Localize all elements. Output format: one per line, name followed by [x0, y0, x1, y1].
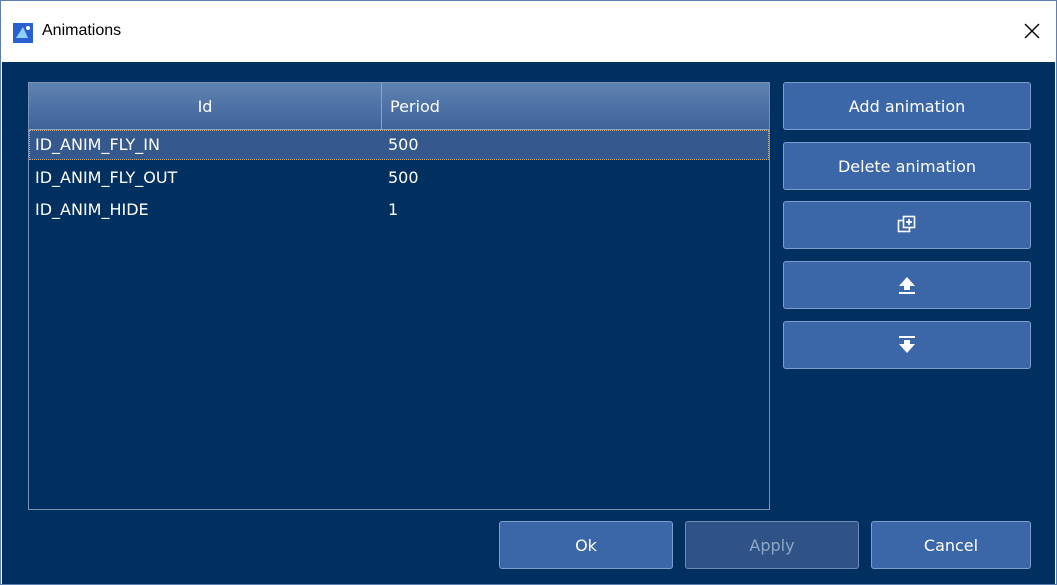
animations-table[interactable]: Id Period ID_ANIM_FLY_IN 500 ID_ANIM_FLY… — [28, 82, 770, 510]
cell-period: 1 — [388, 200, 399, 219]
add-animation-button[interactable]: Add animation — [783, 82, 1031, 130]
close-button[interactable] — [1008, 11, 1056, 51]
column-header-id[interactable]: Id — [29, 83, 382, 129]
cell-period: 500 — [388, 168, 419, 187]
cell-id: ID_ANIM_HIDE — [35, 200, 149, 219]
title-bar: Animations — [1, 1, 1056, 62]
duplicate-button[interactable] — [783, 201, 1031, 249]
cell-id: ID_ANIM_FLY_OUT — [35, 168, 178, 187]
table-row[interactable]: ID_ANIM_FLY_OUT 500 — [29, 163, 769, 193]
table-row[interactable]: ID_ANIM_FLY_IN 500 — [29, 130, 769, 160]
duplicate-icon — [897, 215, 916, 233]
apply-button[interactable]: Apply — [685, 521, 859, 569]
move-up-icon — [899, 277, 915, 294]
close-icon — [1024, 23, 1040, 39]
cell-period: 500 — [388, 135, 419, 154]
table-row[interactable]: ID_ANIM_HIDE 1 — [29, 195, 769, 225]
cell-id: ID_ANIM_FLY_IN — [35, 135, 160, 154]
table-header: Id Period — [29, 83, 769, 130]
column-header-period[interactable]: Period — [382, 83, 769, 129]
move-up-button[interactable] — [783, 261, 1031, 309]
delete-animation-button[interactable]: Delete animation — [783, 142, 1031, 190]
window-title: Animations — [42, 22, 122, 39]
app-icon — [13, 23, 33, 43]
ok-button[interactable]: Ok — [499, 521, 673, 569]
move-down-icon — [899, 336, 915, 353]
animations-dialog: Animations Id Period ID_ANIM_FLY_IN 500 … — [0, 0, 1057, 585]
dialog-body: Id Period ID_ANIM_FLY_IN 500 ID_ANIM_FLY… — [2, 62, 1055, 584]
move-down-button[interactable] — [783, 321, 1031, 369]
cancel-button[interactable]: Cancel — [871, 521, 1031, 569]
